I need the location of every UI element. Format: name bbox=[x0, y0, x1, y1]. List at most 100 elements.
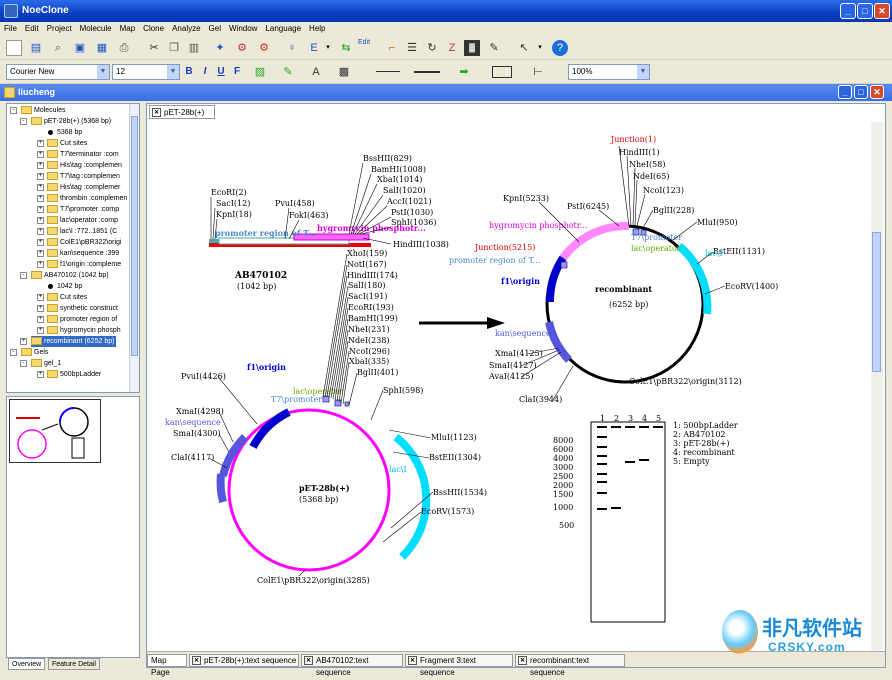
tree-node[interactable]: f1\origin :compleme bbox=[47, 259, 121, 270]
bold-button[interactable]: B bbox=[182, 64, 196, 80]
overview-thumbnail[interactable] bbox=[9, 399, 101, 463]
menu-window[interactable]: Window bbox=[229, 24, 257, 33]
map-canvas[interactable]: promoter region of T... hygromycin phosp… bbox=[149, 122, 867, 650]
tree-node[interactable]: T7\promoter :comp bbox=[47, 204, 119, 215]
tree-node-recombinant[interactable]: recombinant (6252 bp) bbox=[31, 336, 117, 347]
pattern-icon[interactable]: ▩ bbox=[336, 64, 352, 80]
tree-leaf[interactable]: 5368 bp bbox=[45, 127, 82, 138]
print-preview-icon[interactable]: ▦ bbox=[94, 40, 110, 56]
expand-toggle[interactable]: - bbox=[10, 107, 17, 114]
line-color-icon[interactable]: ✎ bbox=[280, 64, 296, 80]
close-tab-icon[interactable]: ✕ bbox=[518, 656, 527, 665]
arrow-style-icon[interactable]: ➡ bbox=[456, 64, 472, 80]
align-icon[interactable]: ☰ bbox=[404, 40, 420, 56]
connector-icon[interactable]: ⊢ bbox=[530, 64, 546, 80]
expand-toggle[interactable]: + bbox=[20, 338, 27, 345]
expand-toggle[interactable]: + bbox=[37, 217, 44, 224]
expand-toggle[interactable]: + bbox=[37, 305, 44, 312]
text-color-icon[interactable]: A bbox=[308, 64, 324, 80]
zoom-select[interactable]: 100% ▼ bbox=[568, 64, 650, 80]
edit-label[interactable]: Edit bbox=[358, 39, 370, 46]
pointer-dropdown-icon[interactable]: ▾ bbox=[532, 40, 548, 56]
tree-node[interactable]: hygromycin phosph bbox=[47, 325, 121, 336]
menu-analyze[interactable]: Analyze bbox=[172, 24, 200, 33]
primer-icon[interactable]: ♀ bbox=[284, 40, 300, 56]
tree-scrollbar[interactable] bbox=[129, 104, 139, 392]
expand-toggle[interactable]: + bbox=[37, 151, 44, 158]
menu-map[interactable]: Map bbox=[120, 24, 136, 33]
tree-node-ab[interactable]: AB470102 (1042 bp) bbox=[31, 270, 109, 281]
expand-toggle[interactable]: - bbox=[20, 272, 27, 279]
expand-toggle[interactable]: + bbox=[37, 206, 44, 213]
tree-node[interactable]: kan\sequence :399 bbox=[47, 248, 119, 259]
expand-toggle[interactable]: + bbox=[37, 294, 44, 301]
menu-edit[interactable]: Edit bbox=[25, 24, 39, 33]
size-select[interactable]: 12 ▼ bbox=[112, 64, 180, 80]
ab470102-map[interactable]: promoter region of T... hygromycin phosp… bbox=[209, 154, 449, 291]
expand-toggle[interactable]: + bbox=[37, 173, 44, 180]
close-tab-icon[interactable]: ✕ bbox=[408, 656, 417, 665]
menu-gel[interactable]: Gel bbox=[209, 24, 221, 33]
zoom-dropdown-icon[interactable]: ▼ bbox=[637, 65, 649, 79]
menu-help[interactable]: Help bbox=[309, 24, 325, 33]
pet28b-map[interactable]: pET-28b(+) (5368 bp) XhoI(159) NotI(167)… bbox=[165, 249, 487, 585]
open-folder-icon[interactable]: ▤ bbox=[28, 40, 44, 56]
line-width-icon[interactable] bbox=[414, 71, 440, 73]
annotate-icon[interactable]: ⌐ bbox=[384, 40, 400, 56]
tree-node[interactable]: Cut sites bbox=[47, 138, 87, 149]
menu-project[interactable]: Project bbox=[47, 24, 72, 33]
tool-z-icon[interactable]: Z bbox=[444, 40, 460, 56]
italic-button[interactable]: I bbox=[198, 64, 212, 80]
tree-node[interactable]: promoter region of bbox=[47, 314, 117, 325]
close-tab-icon[interactable]: ✕ bbox=[152, 108, 161, 117]
size-dropdown-icon[interactable]: ▼ bbox=[167, 65, 179, 79]
maximize-button[interactable]: □ bbox=[857, 3, 873, 19]
doc-close-button[interactable]: ✕ bbox=[870, 85, 884, 99]
tab-recombinant-text-sequence[interactable]: ✕ recombinant:text sequence bbox=[515, 654, 625, 677]
tree-node-gels[interactable]: Gels bbox=[21, 347, 48, 358]
help-icon[interactable]: ? bbox=[552, 40, 568, 56]
doc-restore-button[interactable]: □ bbox=[854, 85, 868, 99]
search-icon[interactable]: ⌕ bbox=[50, 40, 66, 56]
tree-node[interactable]: thrombin :complemen bbox=[47, 193, 127, 204]
tree-node[interactable]: His\tag :complemer bbox=[47, 182, 120, 193]
expand-toggle[interactable]: + bbox=[37, 371, 44, 378]
ligate-icon[interactable]: ⚙ bbox=[256, 40, 272, 56]
tree-node-pet[interactable]: pET-28b(+) (5368 bp) bbox=[31, 116, 111, 127]
restriction-enzyme-icon[interactable]: ✦ bbox=[212, 40, 228, 56]
tab-fragment3-text-sequence[interactable]: ✕ Fragment 3:text sequence bbox=[405, 654, 513, 677]
tree-node[interactable]: lac\I :772..1851 (C bbox=[47, 226, 117, 237]
tab-overview[interactable]: Overview bbox=[8, 658, 46, 670]
minimize-button[interactable]: _ bbox=[840, 3, 856, 19]
cut-icon[interactable]: ✂ bbox=[146, 40, 162, 56]
tab-pet28b[interactable]: ✕ pET-28b(+) bbox=[149, 105, 215, 119]
image-icon[interactable]: ▓ bbox=[464, 40, 480, 56]
expand-toggle[interactable]: + bbox=[37, 261, 44, 268]
save-icon[interactable]: ▣ bbox=[72, 40, 88, 56]
close-button[interactable]: ✕ bbox=[874, 3, 890, 19]
recombinant-map[interactable]: recombinant (6252 bp) Junction(1) HindII… bbox=[449, 135, 778, 404]
rotate-icon[interactable]: ↻ bbox=[424, 40, 440, 56]
expand-toggle[interactable]: - bbox=[10, 349, 17, 356]
close-tab-icon[interactable]: ✕ bbox=[192, 656, 201, 665]
tree-leaf[interactable]: 1042 bp bbox=[45, 281, 82, 292]
pointer-icon[interactable]: ↖ bbox=[516, 40, 532, 56]
pen-icon[interactable]: ✎ bbox=[486, 40, 502, 56]
tree-node[interactable]: His\tag :complemen bbox=[47, 160, 122, 171]
tab-ab-text-sequence[interactable]: ✕ AB470102:text sequence bbox=[301, 654, 403, 677]
new-file-icon[interactable] bbox=[6, 40, 22, 56]
expand-toggle[interactable]: + bbox=[37, 162, 44, 169]
map-vertical-scrollbar[interactable] bbox=[871, 122, 883, 650]
paste-icon[interactable]: ▥ bbox=[186, 40, 202, 56]
fill-color-icon[interactable]: ▨ bbox=[252, 64, 268, 80]
tree-node[interactable]: T7\tag :complemen bbox=[47, 171, 120, 182]
expand-toggle[interactable]: + bbox=[37, 228, 44, 235]
tab-pet-text-sequence[interactable]: ✕ pET-28b(+):text sequence bbox=[189, 654, 299, 667]
copy-icon[interactable]: ❐ bbox=[166, 40, 182, 56]
close-tab-icon[interactable]: ✕ bbox=[304, 656, 313, 665]
tree-node[interactable]: synthetic construct bbox=[47, 303, 118, 314]
tab-feature-detail[interactable]: Feature Detail bbox=[48, 658, 100, 670]
tree-node-gel1[interactable]: gel_1 bbox=[31, 358, 61, 369]
menu-file[interactable]: File bbox=[4, 24, 17, 33]
tree-node-ladder[interactable]: 500bpLadder bbox=[47, 369, 101, 380]
